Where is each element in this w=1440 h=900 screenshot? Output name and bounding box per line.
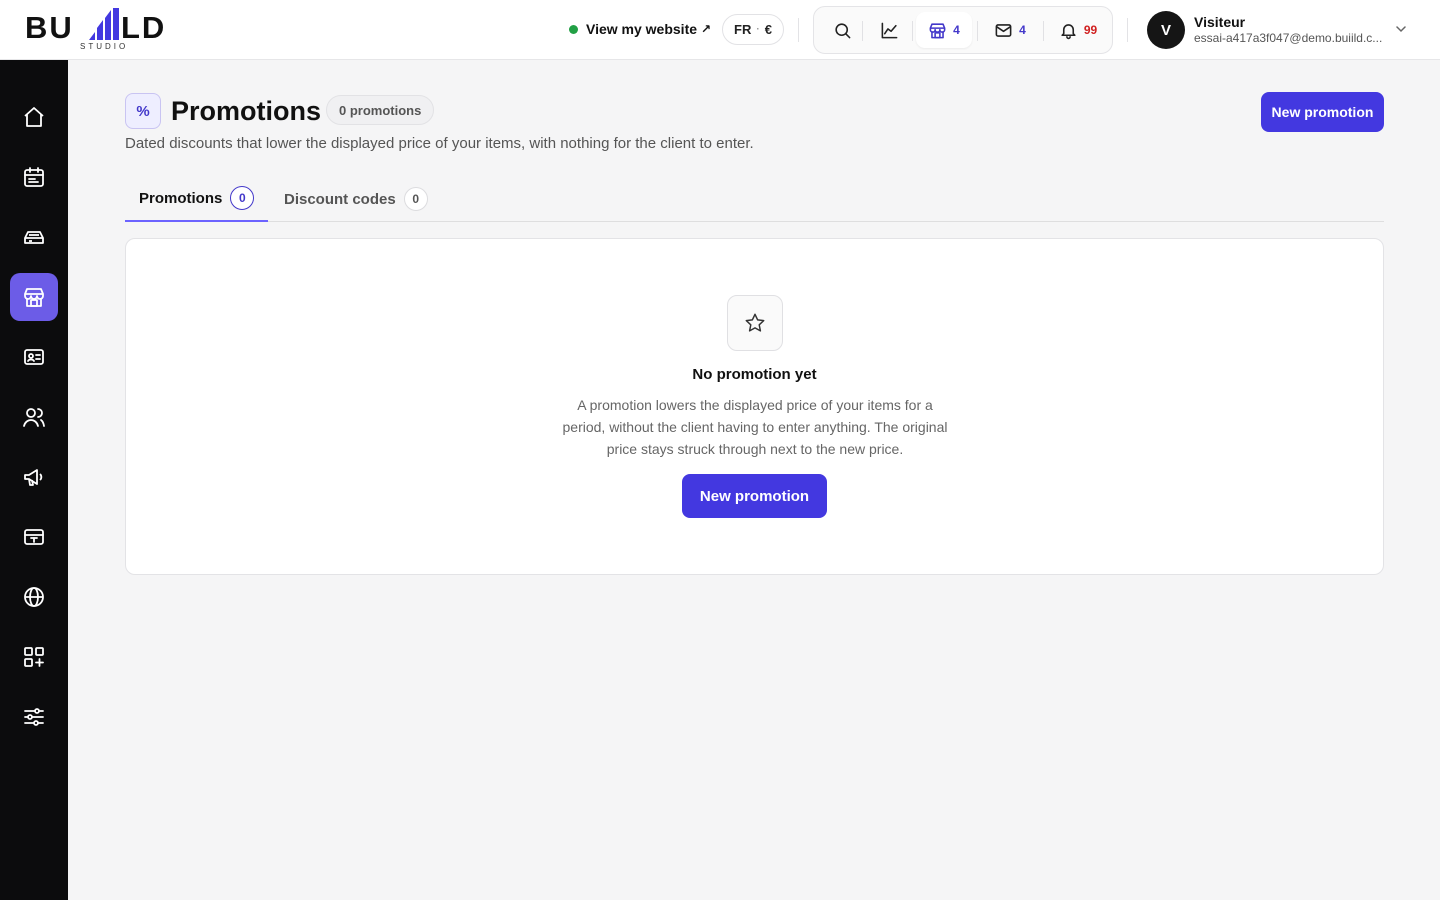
chevron-down-icon	[1396, 26, 1406, 33]
sidebar-item-marketing[interactable]	[10, 453, 58, 501]
sidebar-item-home[interactable]	[10, 93, 58, 141]
tab-promotions[interactable]: Promotions 0	[125, 176, 269, 222]
action-separator	[1043, 21, 1044, 41]
megaphone-icon	[24, 469, 43, 486]
tab-count-badge: 0	[403, 187, 428, 211]
apps-add-icon	[24, 647, 44, 667]
view-website-label: View my website	[586, 21, 698, 37]
sidebar-item-store[interactable]	[10, 273, 58, 321]
logo-text-left: BU	[25, 10, 74, 45]
sliders-icon	[24, 708, 44, 726]
empty-new-promotion-button[interactable]: New promotion	[682, 474, 827, 518]
calendar-icon	[24, 167, 44, 187]
notifications-count: 99	[1083, 23, 1098, 37]
mail-button[interactable]: 4	[982, 12, 1038, 48]
chart-line-icon	[881, 22, 897, 38]
mail-count: 4	[1019, 23, 1026, 37]
sidebar-item-payments[interactable]	[10, 513, 58, 561]
sidebar-item-clients[interactable]	[10, 393, 58, 441]
store-icon	[929, 22, 946, 38]
view-website-link[interactable]: View my website ↗	[569, 18, 711, 40]
search-button[interactable]	[820, 12, 864, 48]
promotions-count-badge: 0 promotions	[326, 95, 435, 125]
tab-discount-codes[interactable]: Discount codes 0	[270, 176, 442, 222]
locale-separator: ·	[756, 24, 760, 35]
locale-selector[interactable]: FR · €	[722, 14, 784, 45]
payment-card-icon	[24, 529, 44, 545]
star-icon	[727, 295, 783, 351]
sidebar-item-contacts[interactable]	[10, 333, 58, 381]
tab-label: Discount codes	[284, 190, 396, 208]
sidebar-item-settings[interactable]	[10, 693, 58, 741]
user-email: essai-a417a3f047@demo.buiild.c...	[1194, 31, 1383, 45]
inbox-tray-icon	[24, 231, 44, 244]
avatar: V	[1147, 11, 1185, 49]
sidebar	[0, 60, 68, 900]
sidebar-item-calendar[interactable]	[10, 153, 58, 201]
new-promotion-button[interactable]: New promotion	[1261, 92, 1384, 132]
empty-state-description: A promotion lowers the displayed price o…	[562, 397, 948, 457]
notifications-button[interactable]: 99	[1048, 12, 1108, 48]
tab-count-badge: 0	[230, 186, 255, 210]
user-name: Visiteur	[1194, 14, 1246, 30]
header-divider	[798, 18, 799, 42]
action-separator	[862, 21, 863, 41]
sidebar-item-services[interactable]	[10, 213, 58, 261]
empty-state-title: No promotion yet	[692, 366, 817, 383]
action-separator	[912, 21, 913, 41]
store-icon	[24, 288, 44, 307]
mail-icon	[995, 23, 1012, 37]
external-link-icon: ↗	[701, 22, 712, 36]
locale-language: FR	[734, 22, 752, 37]
analytics-button[interactable]	[866, 12, 912, 48]
store-count: 4	[953, 23, 960, 37]
logo-bars-icon	[89, 8, 119, 40]
bell-icon	[1061, 23, 1076, 39]
sidebar-item-website[interactable]	[10, 573, 58, 621]
online-status-dot	[569, 24, 578, 34]
sidebar-item-apps[interactable]	[10, 633, 58, 681]
logo-subtitle: STUDIO	[80, 42, 129, 51]
top-bar: BU LD STUDIO View my website ↗ FR · € 4	[0, 0, 1440, 60]
empty-state-card: No promotion yet A promotion lowers the …	[125, 238, 1384, 575]
percent-icon: %	[125, 93, 161, 129]
globe-icon	[24, 587, 44, 607]
header-divider	[1127, 18, 1128, 42]
tab-label: Promotions	[139, 189, 223, 207]
locale-currency: €	[764, 22, 772, 37]
brand-logo[interactable]: BU LD STUDIO	[25, 8, 185, 52]
home-icon	[24, 107, 44, 127]
logo-text-right: LD	[121, 10, 167, 45]
contact-card-icon	[24, 349, 44, 365]
tabs: Promotions 0 Discount codes 0	[125, 176, 1384, 222]
users-icon	[23, 408, 45, 427]
action-separator	[977, 21, 978, 41]
search-icon	[834, 22, 850, 38]
page-subtitle: Dated discounts that lower the displayed…	[125, 135, 754, 152]
user-menu[interactable]: V Visiteur essai-a417a3f047@demo.buiild.…	[1147, 11, 1417, 49]
store-button[interactable]: 4	[916, 12, 972, 48]
page-title: Promotions	[171, 96, 322, 126]
header-actions: 4 4 99	[813, 6, 1113, 54]
